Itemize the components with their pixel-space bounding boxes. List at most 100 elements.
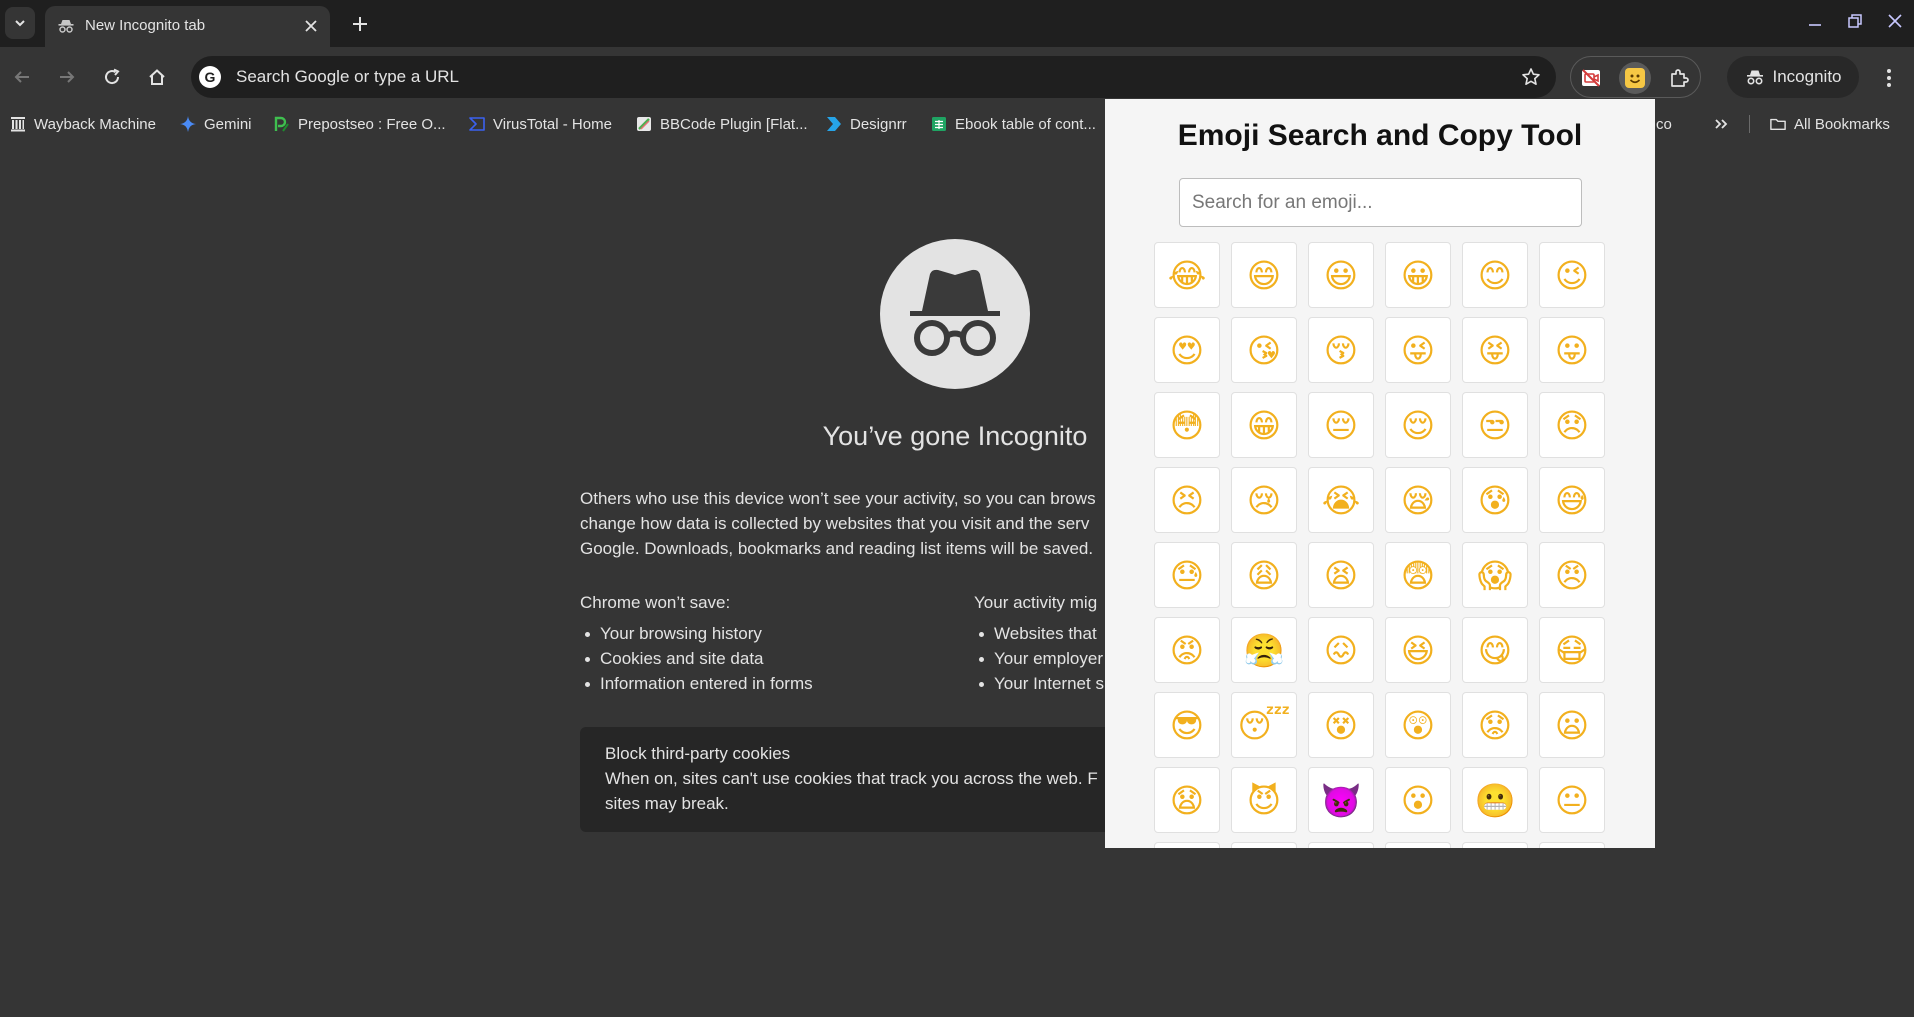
emoji-button[interactable]: 😳: [1154, 392, 1220, 458]
address-bar[interactable]: G Search Google or type a URL: [191, 56, 1556, 98]
emoji-button[interactable]: 😨: [1385, 542, 1451, 608]
all-bookmarks-button[interactable]: All Bookmarks: [1770, 114, 1890, 134]
minimize-button[interactable]: [1800, 8, 1830, 34]
emoji-button[interactable]: 😘: [1231, 317, 1297, 383]
emoji-button[interactable]: [1539, 842, 1605, 848]
emoji-button[interactable]: 😫: [1308, 542, 1374, 608]
arrow-left-icon: [14, 71, 29, 83]
close-window-button[interactable]: [1880, 8, 1910, 34]
emoji-button[interactable]: 😉: [1539, 242, 1605, 308]
emoji-button[interactable]: [1462, 842, 1528, 848]
emoji-button[interactable]: 😂: [1154, 242, 1220, 308]
toolbar: G Search Google or type a URL Incognito: [0, 47, 1914, 107]
home-button[interactable]: [143, 63, 171, 91]
no-camera-extension-icon[interactable]: [1575, 62, 1607, 94]
bookmark-label: Wayback Machine: [34, 115, 156, 133]
bookmark-gemini[interactable]: Gemini: [180, 114, 252, 134]
emoji-button[interactable]: 😤: [1231, 617, 1297, 683]
tab-new-incognito[interactable]: New Incognito tab: [45, 6, 330, 47]
emoji-button[interactable]: 😝: [1462, 317, 1528, 383]
emoji-button[interactable]: 😓: [1154, 542, 1220, 608]
bookmark-partial[interactable]: co: [1656, 114, 1672, 134]
incognito-icon: [57, 17, 75, 35]
emoji-button[interactable]: 😲: [1385, 692, 1451, 758]
bookmark-star-icon[interactable]: [1520, 66, 1542, 88]
back-button[interactable]: [8, 63, 36, 91]
emoji-button[interactable]: 😐: [1539, 767, 1605, 833]
forward-button[interactable]: [53, 63, 81, 91]
emoji-button[interactable]: 😁: [1231, 392, 1297, 458]
emoji-button[interactable]: 😱: [1462, 542, 1528, 608]
new-tab-button[interactable]: [346, 10, 374, 38]
emoji-button[interactable]: 😣: [1154, 467, 1220, 533]
bookmark-virustotal[interactable]: VirusTotal - Home: [469, 114, 612, 134]
bookmarks-divider: [1749, 115, 1750, 133]
emoji-button[interactable]: 😧: [1154, 767, 1220, 833]
emoji-button[interactable]: 😎: [1154, 692, 1220, 758]
bookmark-label: VirusTotal - Home: [493, 115, 612, 133]
emoji-button[interactable]: 😭: [1308, 467, 1374, 533]
emoji-button[interactable]: 😆: [1385, 617, 1451, 683]
emoji-button[interactable]: 😅: [1539, 467, 1605, 533]
bookmark-prepostseo[interactable]: Prepostseo : Free O...: [274, 114, 446, 134]
home-icon: [149, 69, 165, 85]
plus-icon: [353, 17, 367, 31]
emoji-button[interactable]: 😰: [1462, 467, 1528, 533]
close-tab-icon[interactable]: [301, 16, 321, 36]
emoji-button[interactable]: 😠: [1539, 542, 1605, 608]
emoji-button[interactable]: 😢: [1231, 467, 1297, 533]
emoji-button[interactable]: 😀: [1385, 242, 1451, 308]
emoji-button[interactable]: 😞: [1539, 392, 1605, 458]
more-vert-icon: [1887, 69, 1891, 87]
reload-button[interactable]: [98, 63, 126, 91]
emoji-button[interactable]: 😋: [1462, 617, 1528, 683]
emoji-button[interactable]: 😌: [1385, 392, 1451, 458]
emoji-button[interactable]: 👿: [1308, 767, 1374, 833]
bookmark-designrr[interactable]: Designrr: [826, 114, 907, 134]
puzzle-icon[interactable]: [1663, 62, 1695, 94]
emoji-button[interactable]: 😈: [1231, 767, 1297, 833]
emoji-button[interactable]: 😚: [1308, 317, 1374, 383]
emoji-button[interactable]: 😦: [1539, 692, 1605, 758]
chrome-menu-button[interactable]: [1875, 64, 1903, 92]
bookmark-wayback[interactable]: Wayback Machine: [10, 114, 156, 134]
emoji-button[interactable]: [1231, 842, 1297, 848]
emoji-search-input[interactable]: [1179, 178, 1582, 227]
emoji-button[interactable]: [1385, 842, 1451, 848]
emoji-button[interactable]: 😡: [1154, 617, 1220, 683]
emoji-button[interactable]: 😩: [1231, 542, 1297, 608]
incognito-icon: [1746, 70, 1763, 85]
emoji-button[interactable]: 😊: [1462, 242, 1528, 308]
emoji-button[interactable]: 😪: [1385, 467, 1451, 533]
emoji-extension-icon[interactable]: [1619, 62, 1651, 94]
emoji-button[interactable]: 😖: [1308, 617, 1374, 683]
emoji-button[interactable]: 😍: [1154, 317, 1220, 383]
incognito-profile-button[interactable]: Incognito: [1727, 56, 1859, 98]
emoji-button[interactable]: 😃: [1308, 242, 1374, 308]
emoji-button[interactable]: 😛: [1539, 317, 1605, 383]
emoji-button[interactable]: 😄: [1231, 242, 1297, 308]
wont-save-list: Your browsing history Cookies and site d…: [580, 621, 813, 696]
list-item: Your Internet s: [974, 671, 1104, 696]
bookmark-label: Gemini: [204, 115, 252, 133]
restore-button[interactable]: [1840, 8, 1870, 34]
address-bar-placeholder: Search Google or type a URL: [236, 67, 460, 86]
emoji-button[interactable]: 😟: [1462, 692, 1528, 758]
emoji-button[interactable]: [1154, 842, 1220, 848]
emoji-button[interactable]: 😵: [1308, 692, 1374, 758]
emoji-button[interactable]: 😜: [1385, 317, 1451, 383]
bookmark-ebook[interactable]: Ebook table of cont...: [931, 114, 1096, 134]
emoji-button[interactable]: 😒: [1462, 392, 1528, 458]
emoji-button[interactable]: 😴: [1231, 692, 1297, 758]
designrr-icon: [826, 116, 842, 132]
might-see-list: Websites that Your employer Your Interne…: [974, 621, 1104, 696]
bookmarks-overflow-button[interactable]: [1713, 114, 1729, 134]
emoji-button[interactable]: [1308, 842, 1374, 848]
emoji-button[interactable]: 😮: [1385, 767, 1451, 833]
emoji-button[interactable]: 😬: [1462, 767, 1528, 833]
emoji-button[interactable]: 😔: [1308, 392, 1374, 458]
bookmark-bbcode[interactable]: BBCode Plugin [Flat...: [636, 114, 808, 134]
tab-search-button[interactable]: [5, 7, 35, 39]
incognito-logo: [880, 239, 1030, 389]
emoji-button[interactable]: 😷: [1539, 617, 1605, 683]
